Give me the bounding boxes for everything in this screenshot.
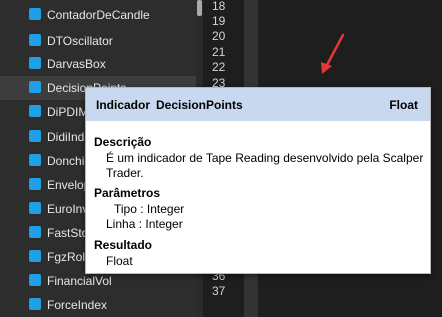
description-title: Descrição: [94, 135, 152, 149]
result-title: Resultado: [94, 238, 153, 252]
description-text-continued: Trader.: [106, 166, 144, 180]
arrow-shaft: [325, 33, 345, 67]
parameter-tipo: Tipo : Integer: [114, 202, 185, 216]
description-text: É um indicador de Tape Reading desenvolv…: [106, 151, 424, 165]
parameter-linha: Linha : Integer: [106, 217, 183, 231]
tooltip-kind: Indicador: [96, 98, 151, 112]
indicator-tooltip: Indicador DecisionPoints Float Descrição…: [85, 87, 431, 274]
tooltip-return-type: Float: [389, 98, 418, 112]
parameters-title: Parâmetros: [94, 186, 161, 200]
tooltip-indicator-name: DecisionPoints: [156, 98, 243, 112]
tooltip-header: Indicador DecisionPoints Float: [86, 88, 430, 121]
result-value: Float: [106, 254, 133, 268]
